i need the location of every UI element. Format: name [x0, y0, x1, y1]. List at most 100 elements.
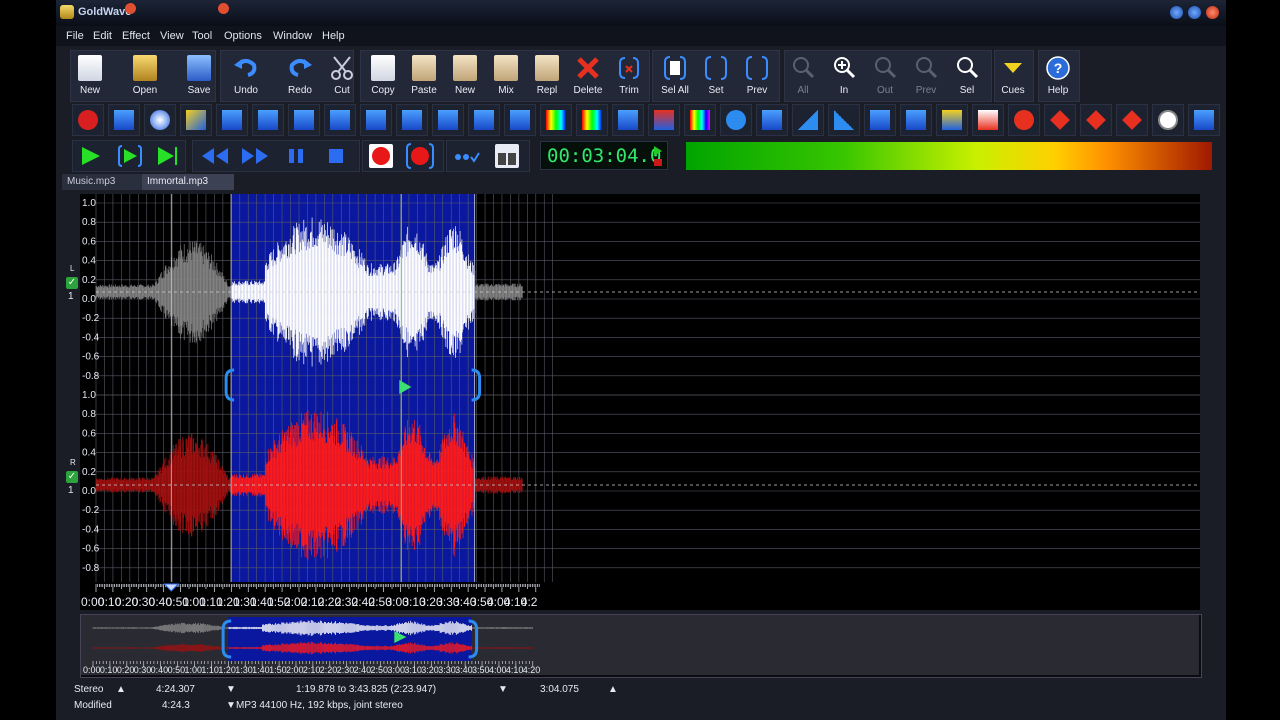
stop-icon[interactable] [326, 146, 346, 166]
menu-edit[interactable]: Edit [93, 30, 112, 42]
replace-button[interactable]: Repl [528, 52, 566, 100]
effect-color-spectrum-icon[interactable] [684, 104, 716, 136]
menu-window[interactable]: Window [273, 30, 312, 42]
effect-silence-icon[interactable] [864, 104, 896, 136]
play-selection-icon[interactable] [118, 145, 142, 167]
effect-echo-icon[interactable] [144, 104, 176, 136]
zoom-out-button[interactable]: Out [866, 52, 904, 100]
save-disk-icon [187, 55, 211, 81]
effect-marker-icon[interactable] [900, 104, 932, 136]
menu-view[interactable]: View [160, 30, 184, 42]
tab-close-immortal-icon[interactable] [218, 3, 229, 14]
effect-equalizer-icon[interactable] [360, 104, 392, 136]
cues-button[interactable]: Cues [994, 52, 1032, 100]
maximize-button[interactable] [1188, 6, 1201, 19]
play-from-cursor-icon[interactable] [156, 145, 178, 167]
menu-help[interactable]: Help [322, 30, 345, 42]
set-selection-button[interactable]: Set [697, 52, 735, 100]
effect-invert-icon[interactable] [648, 104, 680, 136]
effect-no-icon[interactable] [1008, 104, 1040, 136]
copy-button[interactable]: Copy [364, 52, 402, 100]
effect-fade-out-icon[interactable] [828, 104, 860, 136]
cut-button[interactable]: Cut [323, 52, 361, 100]
record-icon[interactable] [368, 143, 394, 169]
effect-jump-icon[interactable] [972, 104, 1004, 136]
minimize-button[interactable] [1170, 6, 1183, 19]
right-channel-checkbox[interactable]: ✓ [66, 471, 78, 483]
effect-red-diamond-icon[interactable] [1044, 104, 1076, 136]
waveform-canvas[interactable]: 1.0 0.8 0.6 0.4 0.2 0.0 -0.2 -0.4 -0.6 -0.8 1.0 0.8… [80, 194, 1200, 588]
effect-arrow-icon[interactable] [1188, 104, 1220, 136]
effect-mechanize-icon[interactable] [252, 104, 284, 136]
effect-pan-icon[interactable] [324, 104, 356, 136]
level-meter [686, 142, 1212, 170]
effect-offset-icon[interactable] [432, 104, 464, 136]
left-channel-checkbox[interactable]: ✓ [66, 277, 78, 289]
amplitude-label: 0.6 [82, 428, 96, 439]
effect-fade-icon[interactable] [180, 104, 212, 136]
pause-icon[interactable] [286, 146, 306, 166]
zoom-prev-icon [916, 57, 938, 79]
effect-clock-icon[interactable] [1152, 104, 1184, 136]
effect-volume-icon[interactable] [108, 104, 140, 136]
menu-file[interactable]: File [66, 30, 84, 42]
zoom-in-button[interactable]: In [825, 52, 863, 100]
undo-button[interactable]: Undo [227, 52, 265, 100]
effect-red-diamond-2-icon[interactable] [1080, 104, 1112, 136]
open-button[interactable]: Open [126, 52, 164, 100]
zoom-all-button[interactable]: All [784, 52, 822, 100]
mix-button[interactable]: Mix [487, 52, 525, 100]
tab-immortal-mp3[interactable]: Immortal.mp3 [142, 174, 234, 190]
play-icon[interactable] [80, 145, 102, 167]
effect-pitch-icon[interactable] [756, 104, 788, 136]
fast-forward-icon[interactable] [240, 146, 270, 166]
effect-fade-in-icon[interactable] [792, 104, 824, 136]
effect-resize-icon[interactable] [396, 104, 428, 136]
record-selection-icon[interactable] [406, 143, 434, 169]
select-all-button[interactable]: Sel All [656, 52, 694, 100]
waveform-view[interactable]: 1.0 0.8 0.6 0.4 0.2 0.0 -0.2 -0.4 -0.6 -0.8 1.0 0.8… [80, 194, 1200, 588]
effect-speaker-icon[interactable] [720, 104, 752, 136]
effect-filter-icon[interactable] [504, 104, 536, 136]
paste-new-button[interactable]: New [446, 52, 484, 100]
effect-compress-icon[interactable] [468, 104, 500, 136]
effect-stop-icon[interactable] [72, 104, 104, 136]
menu-options[interactable]: Options [224, 30, 262, 42]
delete-button[interactable]: Delete [569, 52, 607, 100]
timeline-ruler[interactable]: 0:00 0:10 0:20 0:30 0:40 0:50 1:00 1:10 1:20 1:30… [80, 582, 1200, 610]
device-controls-icon[interactable] [452, 148, 480, 166]
zoom-selection-button[interactable]: Sel [948, 52, 986, 100]
previous-selection-button[interactable]: Prev [738, 52, 776, 100]
help-button[interactable]: ? Help [1039, 52, 1077, 100]
redo-button[interactable]: Redo [281, 52, 319, 100]
close-button[interactable] [1206, 6, 1219, 19]
effect-spectrum-icon[interactable] [540, 104, 572, 136]
overview-bar[interactable]: 0:00 0:10 0:20 0:30 0:40 0:50 1:00 1:10 1:20 1:30… [80, 614, 1202, 678]
control-properties-icon[interactable] [494, 143, 520, 169]
save-button[interactable]: Save [180, 52, 218, 100]
amplitude-label: -0.4 [82, 524, 100, 535]
amplitude-label: 0.4 [82, 448, 96, 459]
trim-button[interactable]: Trim [610, 52, 648, 100]
effect-eq-bars-icon[interactable] [576, 104, 608, 136]
new-button[interactable]: New [71, 52, 109, 100]
overview-label: 3:10 [404, 665, 422, 675]
paste-new-icon [453, 55, 477, 81]
effect-noise-icon[interactable] [612, 104, 644, 136]
status-size: 4:24.3 [162, 700, 190, 711]
menu-effect[interactable]: Effect [122, 30, 150, 42]
overview-label: 3:50 [472, 665, 490, 675]
amplitude-label: -0.6 [82, 544, 100, 555]
paste-button[interactable]: Paste [405, 52, 443, 100]
tab-close-music-icon[interactable] [125, 3, 136, 14]
effect-insert-silence-icon[interactable] [936, 104, 968, 136]
overview-canvas[interactable]: 0:00 0:10 0:20 0:30 0:40 0:50 1:00 1:10 1:20 1:30… [81, 615, 1199, 675]
menu-tool[interactable]: Tool [192, 30, 212, 42]
help-question-icon: ? [1046, 56, 1070, 80]
zoom-previous-button[interactable]: Prev [907, 52, 945, 100]
effect-doppler-icon[interactable] [216, 104, 248, 136]
tab-music-mp3[interactable]: Music.mp3 [62, 174, 142, 190]
effect-reverse-icon[interactable] [288, 104, 320, 136]
rewind-icon[interactable] [200, 146, 230, 166]
effect-red-diamond-3-icon[interactable] [1116, 104, 1148, 136]
